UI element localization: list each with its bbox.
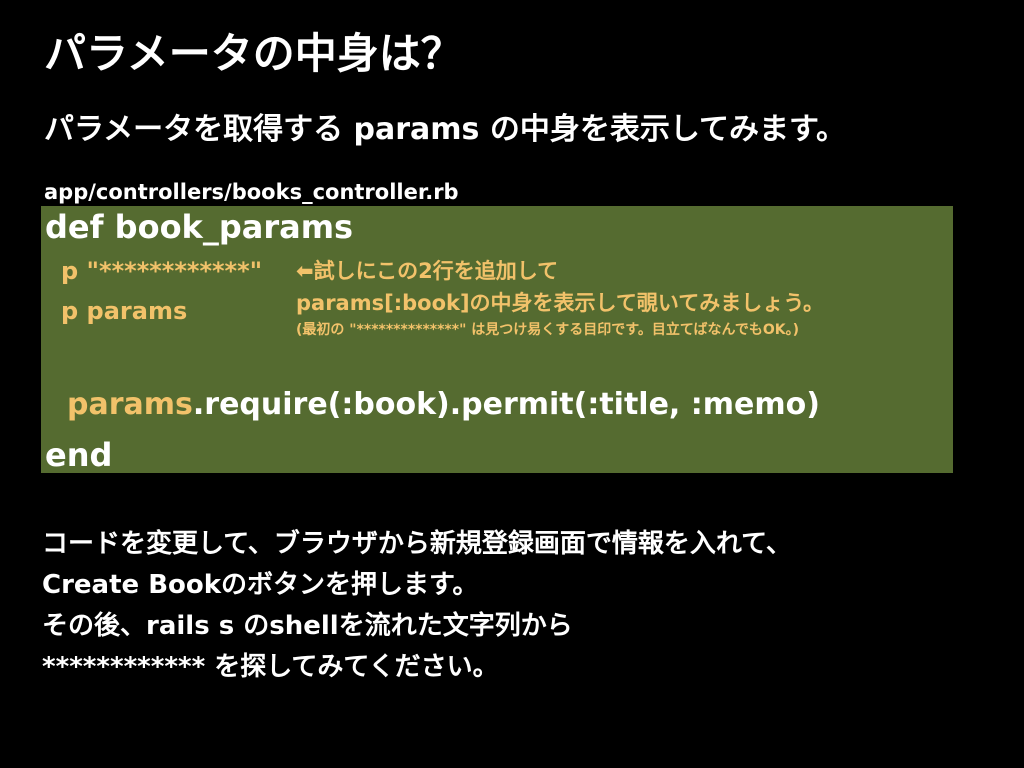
code-comment-2: params[:book]の中身を表示して覗いてみましょう。: [296, 291, 825, 315]
slide-subtitle: パラメータを取得する params の中身を表示してみます。: [44, 112, 846, 147]
code-require-line: params.require(:book).permit(:title, :me…: [67, 384, 820, 426]
code-block: def book_params p "************" p param…: [41, 206, 953, 474]
instructions-line-1: コードを変更して、ブラウザから新規登録画面で情報を入れて、: [42, 529, 792, 559]
instructions-text: コードを変更して、ブラウザから新規登録画面で情報を入れて、 Create Boo…: [42, 524, 792, 688]
file-path-label: app/controllers/books_controller.rb: [44, 180, 459, 204]
code-require-prefix: params: [67, 387, 193, 422]
code-comment-1: ⬅試しにこの2行を追加して: [296, 259, 559, 283]
code-end-line: end: [45, 436, 113, 474]
code-print-marker-line: p "************": [61, 257, 263, 285]
code-print-params-line: p params: [61, 297, 188, 325]
instructions-line-2: Create Bookのボタンを押します。: [42, 570, 479, 600]
instructions-line-3: その後、rails s のshellを流れた文字列から: [42, 611, 573, 641]
instructions-line-4: ************ を探してみてください。: [42, 652, 499, 682]
slide-title: パラメータの中身は？: [44, 29, 463, 78]
code-def-line: def book_params: [45, 208, 354, 246]
code-require-rest: .require(:book).permit(:title, :memo): [192, 387, 820, 422]
code-comment-3: (最初の "**************" は見つけ易くする目印です。目立てばな…: [296, 322, 799, 338]
